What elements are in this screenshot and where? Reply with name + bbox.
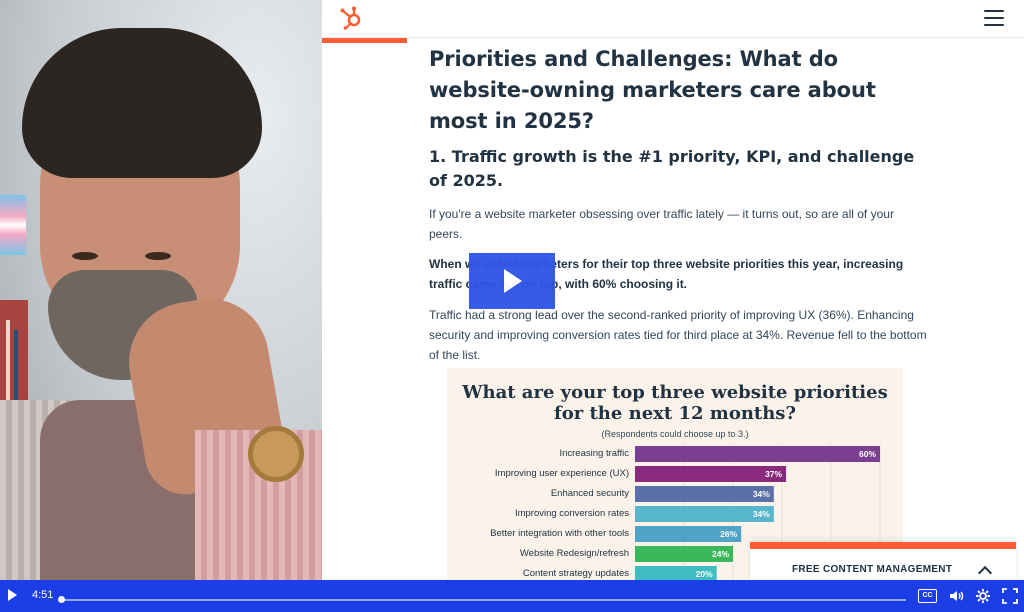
- video-controls-bar: 4:51 CC: [0, 580, 1024, 612]
- progress-scrubber[interactable]: [58, 596, 65, 603]
- play-button-icon[interactable]: [8, 589, 17, 601]
- article-title: Priorities and Challenges: What do websi…: [429, 47, 876, 133]
- presenter-hair: [22, 28, 262, 178]
- chart-bar: [635, 446, 880, 462]
- presenter-video: [0, 0, 322, 580]
- chart-value-label: 24%: [712, 549, 729, 559]
- chart-value-label: 34%: [753, 489, 770, 499]
- chart-category-label: Improving user experience (UX): [495, 468, 629, 479]
- section-heading: 1. Traffic growth is the #1 priority, KP…: [429, 147, 915, 190]
- chart-category-label: Content strategy updates: [523, 568, 629, 579]
- site-header: [322, 0, 1024, 38]
- chart-value-label: 37%: [765, 469, 782, 479]
- wristwatch: [248, 426, 304, 482]
- header-accent-bar: [322, 38, 407, 43]
- article-panel: Priorities and Challenges: What do websi…: [322, 0, 1024, 580]
- chevron-up-icon[interactable]: [977, 565, 993, 580]
- progress-track[interactable]: [62, 599, 906, 601]
- chart-category-label: Improving conversion rates: [515, 508, 629, 519]
- chart-value-label: 34%: [753, 509, 770, 519]
- video-play-overlay-button[interactable]: [469, 253, 555, 309]
- paragraph-intro: If you're a website marketer obsessing o…: [429, 207, 894, 241]
- fullscreen-icon[interactable]: [1002, 588, 1018, 604]
- chart-bar: [635, 466, 787, 482]
- free-content-popup[interactable]: FREE CONTENT MANAGEMENT: [750, 542, 1016, 580]
- chart-value-label: 26%: [720, 529, 737, 539]
- hubspot-logo-icon[interactable]: [338, 5, 364, 31]
- popup-accent-bar: [750, 542, 1016, 549]
- chart-category-label: Website Redesign/refresh: [520, 548, 629, 559]
- article-body: Priorities and Challenges: What do websi…: [429, 44, 929, 365]
- current-time: 4:51: [32, 589, 54, 601]
- hamburger-menu-icon[interactable]: [984, 10, 1004, 27]
- chart-category-label: Increasing traffic: [559, 448, 629, 459]
- play-icon: [504, 269, 522, 293]
- pride-flag: [0, 195, 26, 255]
- chart-value-label: 60%: [859, 449, 876, 459]
- paragraph-detail: Traffic had a strong lead over the secon…: [429, 308, 927, 362]
- popup-label: FREE CONTENT MANAGEMENT: [792, 564, 953, 575]
- chart-value-label: 20%: [696, 569, 713, 579]
- settings-gear-icon[interactable]: [975, 588, 991, 604]
- chart-category-label: Better integration with other tools: [490, 528, 629, 539]
- chart-category-label: Enhanced security: [551, 488, 629, 499]
- volume-icon[interactable]: [948, 588, 964, 604]
- closed-captions-button[interactable]: CC: [918, 589, 937, 603]
